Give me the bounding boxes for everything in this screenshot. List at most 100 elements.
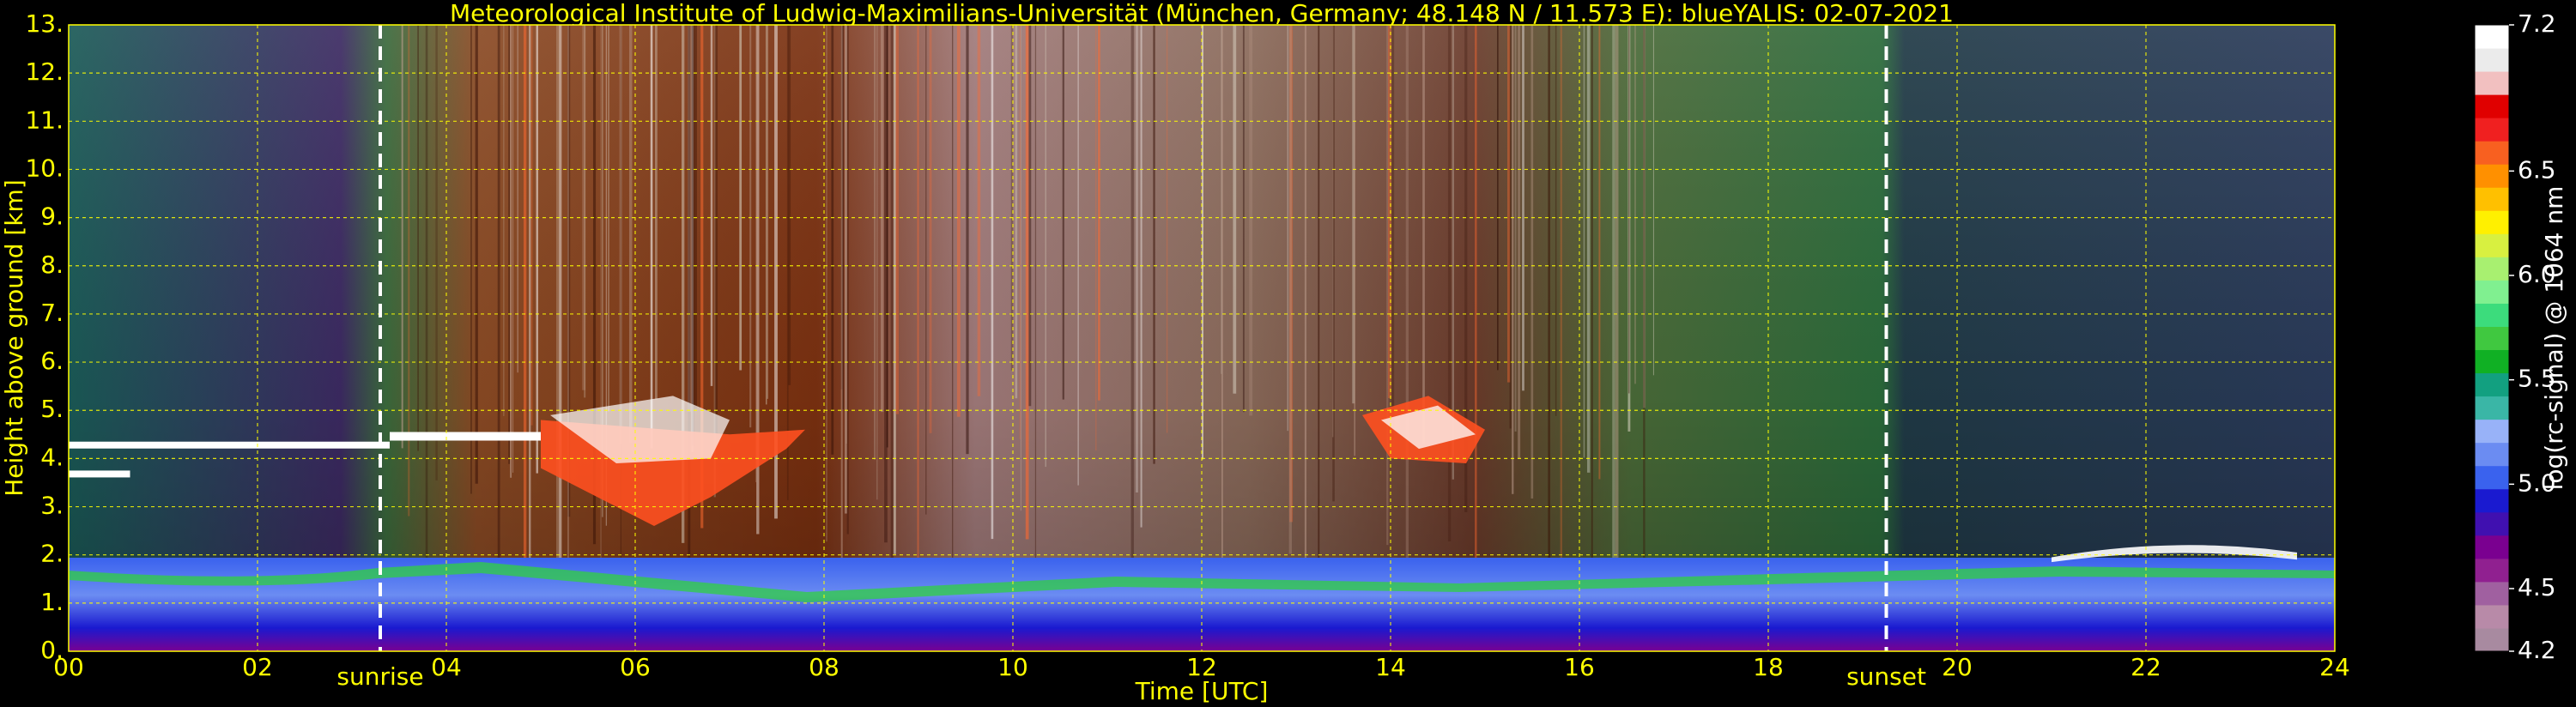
signal-streak: [401, 25, 403, 449]
signal-streak: [1221, 25, 1223, 567]
colorbar-segment: [2475, 419, 2509, 444]
signal-streak: [582, 25, 586, 390]
y-tick-label: 10.: [25, 154, 64, 182]
x-tick-label: 16: [1564, 653, 1595, 681]
signal-streak: [1506, 25, 1511, 383]
x-tick-label: 22: [2131, 653, 2161, 681]
colorbar-segment: [2475, 280, 2509, 304]
signal-streak: [1130, 25, 1134, 613]
signal-streak: [991, 25, 994, 540]
signal-streak: [1447, 25, 1452, 541]
colorbar-segment: [2475, 48, 2509, 72]
colorbar-segment: [2475, 210, 2509, 234]
signal-streak: [1475, 25, 1477, 570]
y-axis-ticks: 0.1.2.3.4.5.6.7.8.9.10.11.12.13.: [25, 9, 64, 664]
signal-streak: [1555, 25, 1557, 416]
x-axis-label: Time [UTC]: [1135, 677, 1269, 705]
signal-streak: [956, 25, 961, 417]
x-tick-label: 14: [1375, 653, 1406, 681]
signal-streak: [977, 25, 981, 396]
y-axis-label: Height above ground [km]: [0, 179, 28, 497]
signal-streak: [559, 25, 562, 583]
signal-streak: [1354, 25, 1356, 456]
signal-streak: [917, 25, 919, 575]
x-tick-label: 04: [431, 653, 462, 681]
signal-streak: [1643, 25, 1646, 408]
y-tick-label: 12.: [25, 57, 64, 86]
y-tick-label: 3.: [40, 492, 64, 520]
signal-streak: [1077, 25, 1079, 486]
signal-streak: [710, 25, 713, 386]
chart-title: Meteorological Institute of Ludwig-Maxim…: [450, 0, 1954, 27]
y-tick-label: 4.: [40, 443, 64, 471]
y-tick-label: 1.: [40, 588, 64, 616]
signal-streak: [536, 25, 538, 474]
signal-streak: [844, 25, 847, 514]
signal-streak: [1598, 25, 1601, 480]
signal-streak: [510, 25, 512, 478]
signal-streak: [435, 25, 438, 480]
signal-streak: [1332, 25, 1335, 502]
x-tick-label: 20: [1942, 653, 1973, 681]
signal-streak: [1530, 25, 1534, 499]
signal-streak: [881, 25, 884, 413]
signal-streak: [1098, 25, 1100, 401]
colorbar-segment: [2475, 118, 2509, 142]
y-tick-label: 2.: [40, 540, 64, 568]
colorbar-tick-label: 4.2: [2518, 636, 2556, 664]
colorbar-segment: [2475, 442, 2509, 467]
signal-streak: [417, 25, 419, 451]
signal-streak: [654, 25, 658, 400]
signal-streak: [408, 25, 410, 517]
signal-streak: [529, 25, 531, 559]
colorbar-segment: [2475, 581, 2509, 606]
signal-streak: [530, 25, 533, 426]
signal-streak: [1518, 25, 1521, 459]
signal-streak: [619, 25, 622, 444]
colorbar-segment: [2475, 303, 2509, 327]
signal-streak: [929, 25, 932, 433]
signal-streak: [1512, 25, 1514, 494]
signal-streak: [1288, 25, 1292, 554]
signal-streak: [766, 25, 767, 405]
x-tick-label: 02: [242, 653, 273, 681]
x-tick-label: 18: [1753, 653, 1784, 681]
signal-streak: [556, 25, 560, 595]
signal-streak: [755, 25, 757, 483]
signal-streak: [503, 25, 505, 416]
signal-streak: [1249, 25, 1253, 416]
x-tick-label: 06: [620, 653, 651, 681]
signal-streak: [840, 25, 843, 614]
colorbar-segment: [2475, 604, 2509, 629]
signal-streak: [475, 25, 478, 484]
event-label-sunrise: sunrise: [336, 662, 423, 691]
signal-streak: [826, 25, 827, 542]
y-tick-label: 11.: [25, 106, 64, 134]
signal-streak: [1583, 25, 1585, 458]
signal-streak: [1019, 25, 1021, 440]
signal-streak: [1153, 25, 1155, 464]
signal-streak: [1062, 25, 1064, 400]
colorbar-segment: [2475, 488, 2509, 513]
signal-streak: [925, 25, 927, 515]
signal-streak: [508, 25, 510, 464]
signal-streak: [890, 25, 894, 565]
signal-streak: [628, 25, 633, 443]
colorbar-segment: [2475, 71, 2509, 95]
signal-streak: [886, 25, 888, 448]
y-tick-label: 13.: [25, 9, 64, 38]
signal-streak: [739, 25, 742, 371]
signal-streak: [425, 25, 428, 578]
signal-streak: [1140, 25, 1143, 528]
signal-streak: [1034, 25, 1037, 590]
colorbar-segment: [2475, 396, 2509, 420]
colorbar-segment: [2475, 627, 2509, 652]
colorbar-segment: [2475, 511, 2509, 536]
signal-streak: [846, 25, 849, 535]
plot-area: sunrise sunset: [68, 24, 2336, 691]
signal-streak: [1497, 25, 1499, 371]
signal-streak: [895, 25, 899, 414]
signal-streak: [1522, 25, 1524, 391]
signal-streak: [650, 25, 653, 449]
colorbar-segment: [2475, 164, 2509, 188]
